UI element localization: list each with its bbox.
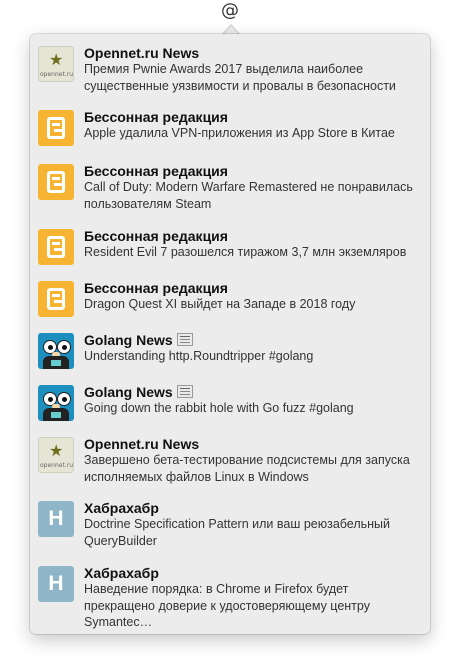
avatar-label: opennet.ru	[40, 71, 73, 78]
feed-item[interactable]: H Хабрахабр Doctrine Specification Patte…	[38, 499, 418, 551]
notification-popover: ★ opennet.ru Opennet.ru News Премия Pwni…	[30, 34, 430, 634]
opennet-logo-icon: ★ opennet.ru	[38, 437, 74, 473]
feed-source: Бессонная редакция	[84, 280, 228, 296]
feed-source: Хабрахабр	[84, 500, 159, 516]
habr-letter: H	[48, 572, 64, 595]
feed-item[interactable]: Бессонная редакция Call of Duty: Modern …	[38, 162, 418, 214]
star-icon: ★	[49, 441, 64, 460]
feed-item[interactable]: Golang News Understanding http.Roundtrip…	[38, 331, 418, 373]
feed-text: Apple удалила VPN-приложения из App Stor…	[84, 126, 395, 140]
bessonnaya-logo-icon	[38, 164, 74, 200]
feed-source-row: Golang News	[84, 383, 193, 401]
feed-source: Golang News	[84, 332, 173, 348]
newspaper-icon	[176, 385, 193, 398]
feed-text: Наведение порядка: в Chrome и Firefox бу…	[84, 582, 370, 629]
feed-text: Doctrine Specification Pattern или ваш р…	[84, 517, 391, 548]
feed-item[interactable]: Бессонная редакция Apple удалила VPN-при…	[38, 108, 418, 150]
habr-logo-icon: H	[38, 501, 74, 537]
feed-source-row: Golang News	[84, 331, 193, 349]
feed-item[interactable]: Golang News Going down the rabbit hole w…	[38, 383, 418, 425]
feed-text: Премия Pwnie Awards 2017 выделила наибол…	[84, 62, 396, 93]
bessonnaya-logo-icon	[38, 229, 74, 265]
feed-text: Завершено бета-тестирование подсистемы д…	[84, 453, 410, 484]
feed-source: Бессонная редакция	[84, 228, 228, 244]
feed-source: Opennet.ru News	[84, 436, 200, 452]
feed-source: Хабрахабр	[84, 565, 159, 581]
feed-item[interactable]: Бессонная редакция Dragon Quest XI выйде…	[38, 279, 418, 321]
gopher-avatar-icon	[38, 385, 74, 421]
feed-source: Бессонная редакция	[84, 163, 228, 179]
at-sign-icon[interactable]: @	[220, 0, 240, 22]
habr-logo-icon: H	[38, 566, 74, 602]
feed-item[interactable]: H Хабрахабр Наведение порядка: в Chrome …	[38, 564, 418, 629]
feed-text: Understanding http.Roundtripper #golang	[84, 349, 314, 363]
feed-source: Бессонная редакция	[84, 109, 228, 125]
bessonnaya-logo-icon	[38, 110, 74, 146]
newspaper-icon	[176, 333, 193, 346]
feed-item[interactable]: Бессонная редакция Resident Evil 7 разош…	[38, 227, 418, 269]
feed-text: Going down the rabbit hole with Go fuzz …	[84, 401, 354, 415]
opennet-logo-icon: ★ opennet.ru	[38, 46, 74, 82]
habr-letter: H	[48, 507, 64, 530]
feed-text: Dragon Quest XI выйдет на Западе в 2018 …	[84, 297, 356, 311]
feed-item[interactable]: ★ opennet.ru Opennet.ru News Завершено б…	[38, 435, 418, 487]
feed-text: Resident Evil 7 разошелся тиражом 3,7 мл…	[84, 245, 407, 259]
feed-item[interactable]: ★ opennet.ru Opennet.ru News Премия Pwni…	[38, 44, 418, 96]
star-icon: ★	[49, 50, 64, 69]
gopher-avatar-icon	[38, 333, 74, 369]
feed-text: Call of Duty: Modern Warfare Remastered …	[84, 180, 413, 211]
feed-source: Golang News	[84, 384, 173, 400]
feed-source: Opennet.ru News	[84, 45, 200, 61]
avatar-label: opennet.ru	[40, 462, 73, 469]
bessonnaya-logo-icon	[38, 281, 74, 317]
